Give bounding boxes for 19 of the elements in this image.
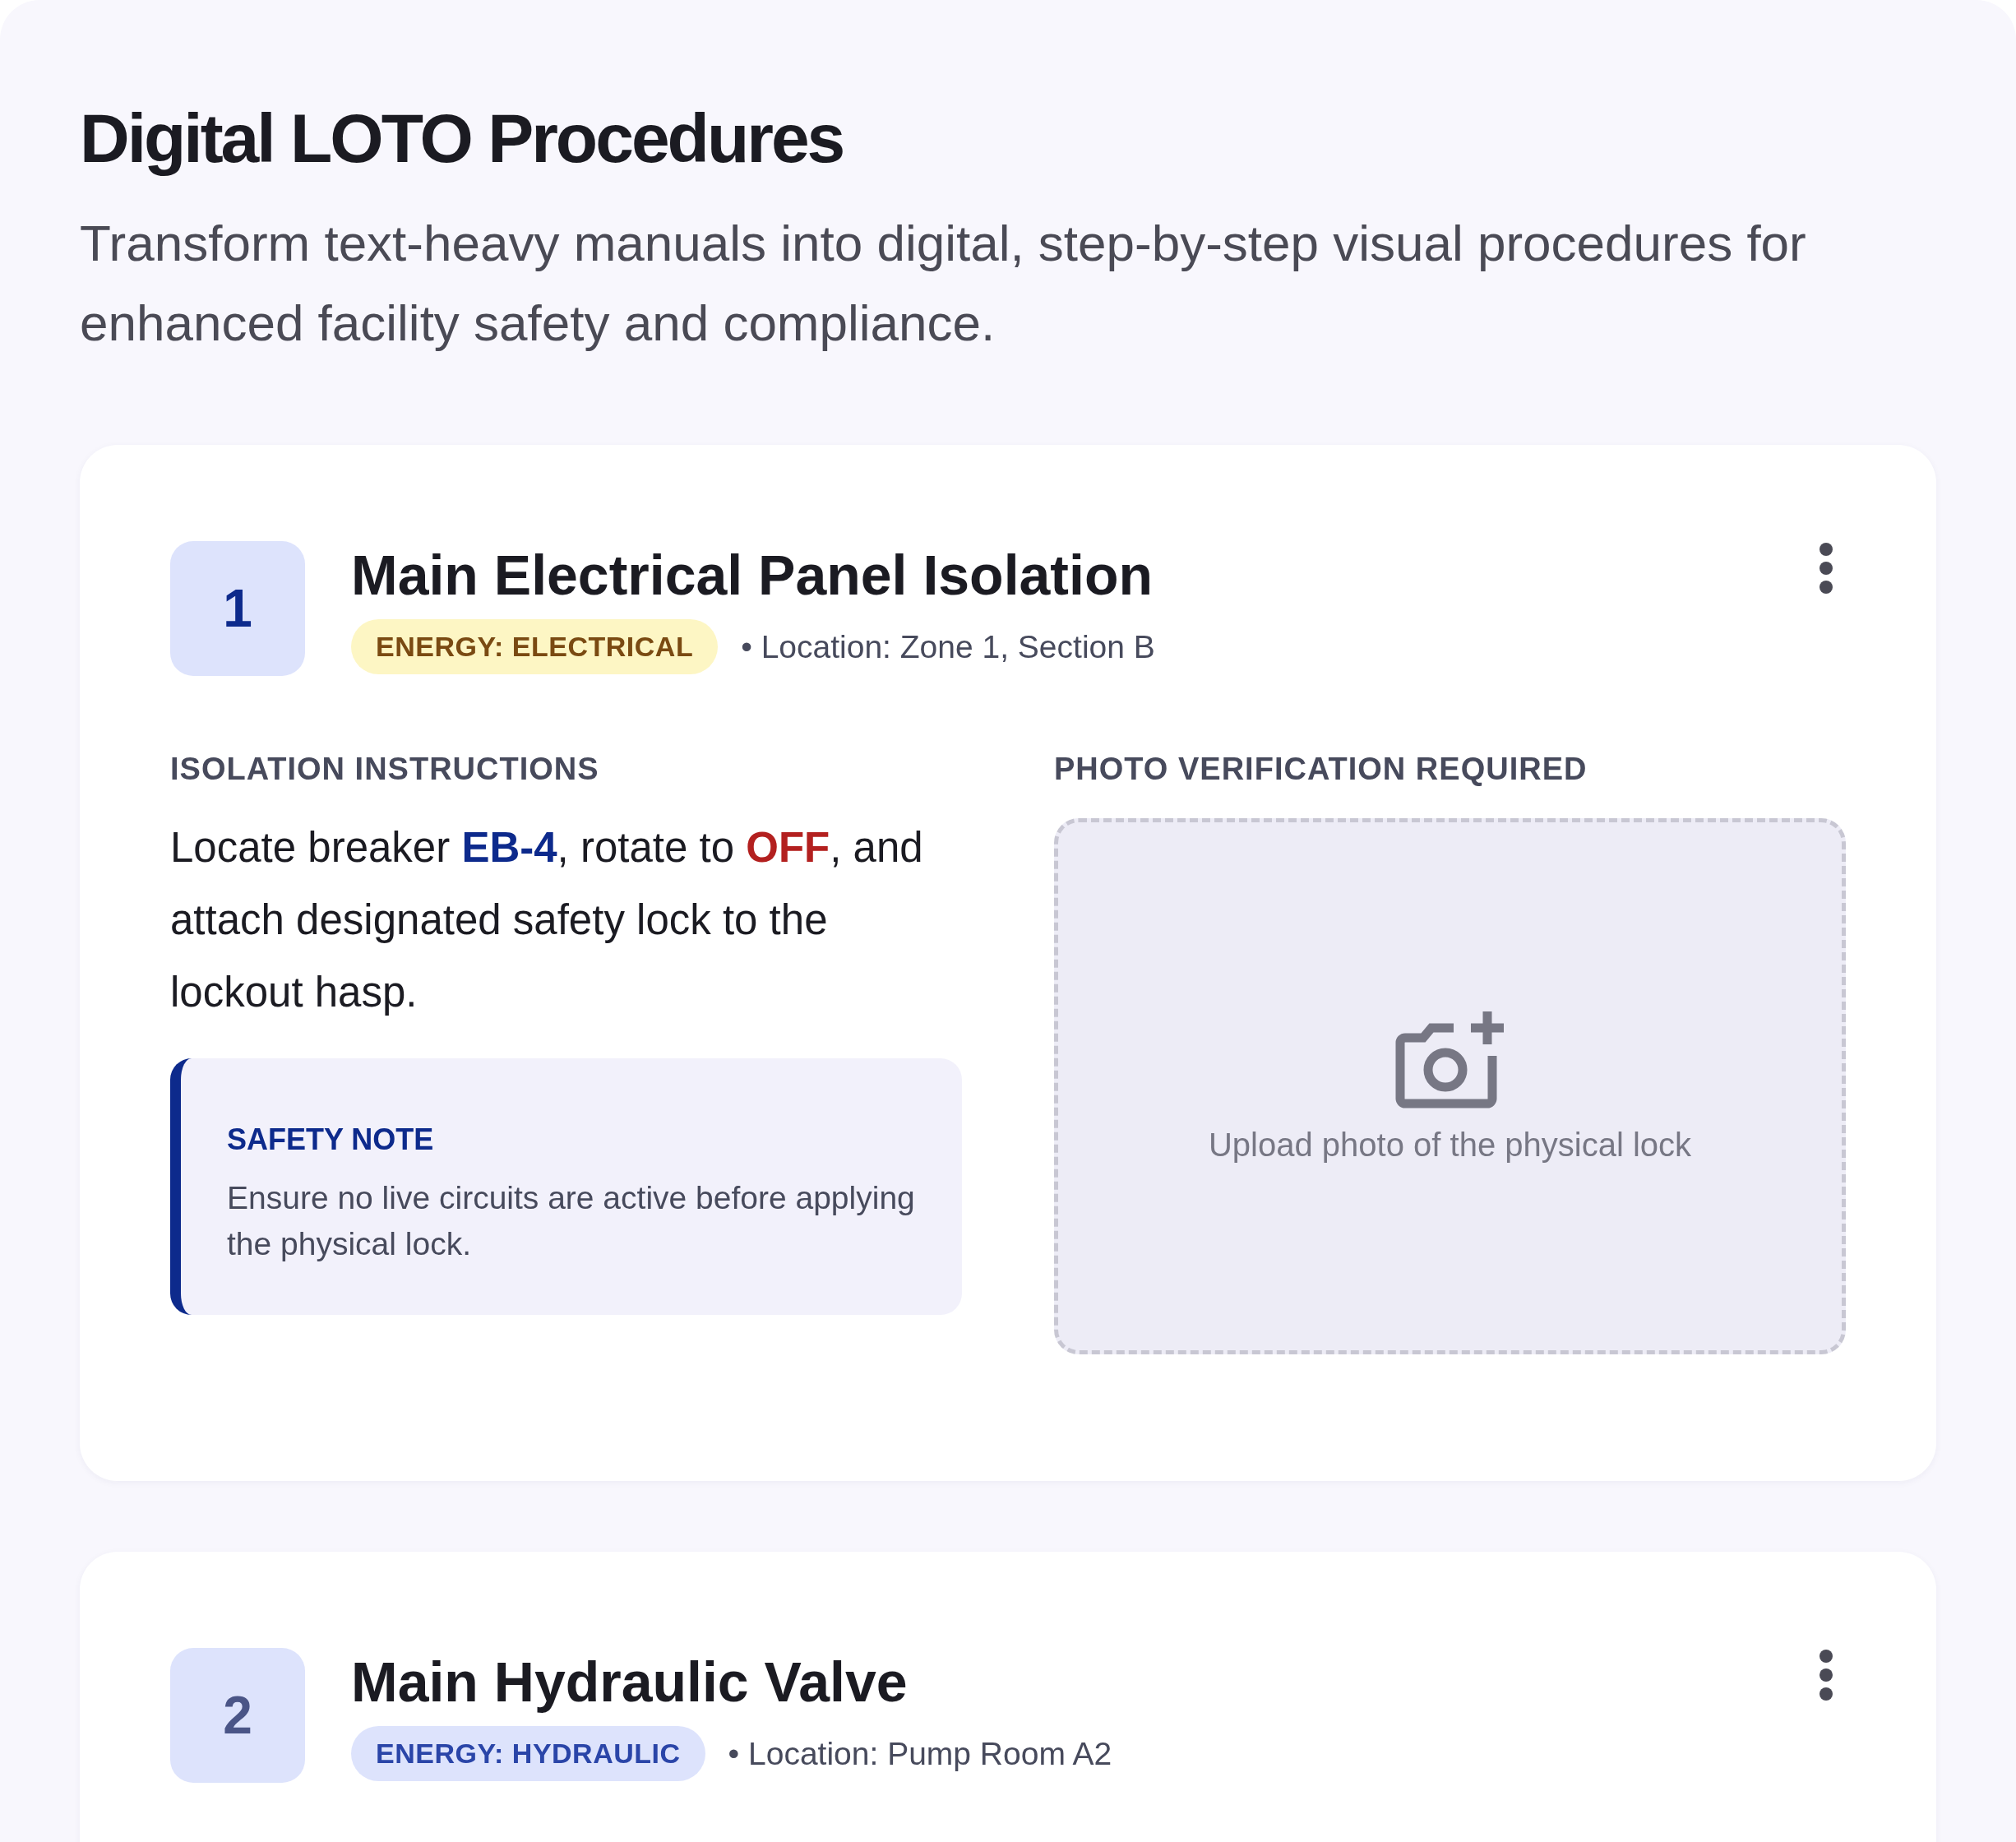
step-number: 2 xyxy=(170,1647,305,1783)
upload-prompt: Upload photo of the physical lock xyxy=(1209,1127,1691,1164)
location-text: • Location: Zone 1, Section B xyxy=(741,628,1155,665)
step-number: 1 xyxy=(170,540,305,676)
safety-note-title: SAFETY NOTE xyxy=(227,1122,435,1157)
more-options-icon[interactable] xyxy=(1818,1647,1834,1702)
energy-tag: ENERGY: HYDRAULIC xyxy=(351,1726,705,1782)
safety-note-text: Ensure no live circuits are active before applying the physical lock. xyxy=(227,1178,916,1263)
section-label: PHOTO VERIFICATION REQUIRED xyxy=(1054,751,1588,787)
page-subtitle: Transform text-heavy manuals into digital, step-by-step visual procedures for enhanced facility safety and compliance. xyxy=(80,213,1807,353)
step-title: Main Electrical Panel Isolation xyxy=(351,545,1154,605)
instruction-text: Locate breaker EB-4, rotate to OFF, and attach designated safety lock to the lockout hasp. xyxy=(170,822,924,1017)
energy-tag: ENERGY: ELECTRICAL xyxy=(351,619,719,675)
location-text: • Location: Pump Room A2 xyxy=(728,1735,1112,1772)
photo-upload-area[interactable]: Upload photo of the physical lock xyxy=(1054,817,1846,1354)
more-options-icon[interactable] xyxy=(1818,540,1834,595)
step-title: Main Hydraulic Valve xyxy=(351,1652,909,1712)
page-title: Digital LOTO Procedures xyxy=(80,99,844,178)
section-label: ISOLATION INSTRUCTIONS xyxy=(170,751,600,787)
